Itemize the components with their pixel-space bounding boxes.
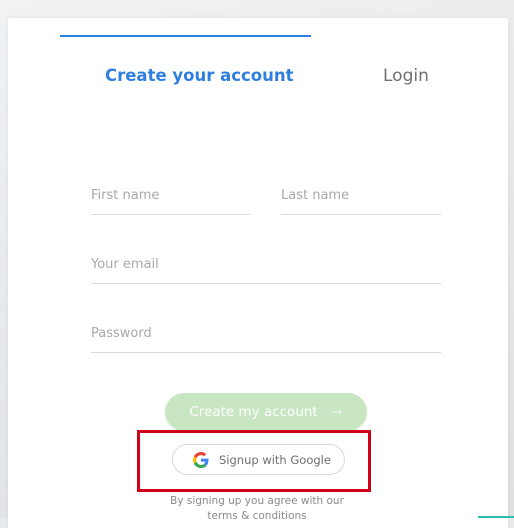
terms-notice: By signing up you agree with our terms &… xyxy=(150,494,364,524)
google-g-icon xyxy=(193,451,209,468)
email-input[interactable] xyxy=(91,249,441,279)
first-name-field-wrapper xyxy=(91,180,251,215)
last-name-input[interactable] xyxy=(281,180,441,210)
create-account-button-label: Create my account xyxy=(189,404,318,420)
terms-text: By signing up you agree with our xyxy=(170,495,344,507)
arrow-right-icon: → xyxy=(331,404,343,420)
last-name-field-wrapper xyxy=(281,180,441,215)
first-name-input[interactable] xyxy=(91,180,251,210)
google-signup-label: Signup with Google xyxy=(219,452,331,467)
email-field-wrapper xyxy=(91,249,441,284)
terms-link[interactable]: terms & conditions xyxy=(150,509,364,524)
active-tab-indicator xyxy=(60,35,311,37)
tab-create-account[interactable]: Create your account xyxy=(105,66,294,85)
google-signup-button[interactable]: Signup with Google xyxy=(172,444,345,475)
password-input[interactable] xyxy=(91,318,441,348)
password-field-wrapper xyxy=(91,318,441,353)
create-account-button[interactable]: Create my account → xyxy=(165,393,367,431)
tab-login[interactable]: Login xyxy=(383,66,429,86)
